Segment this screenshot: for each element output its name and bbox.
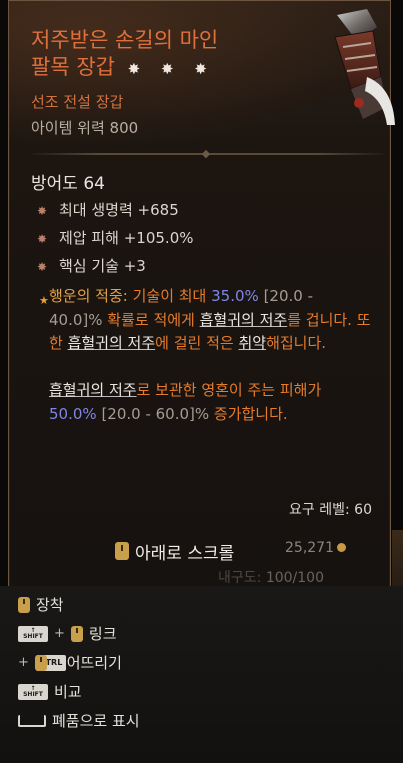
key-label: SHIFT [23,690,43,698]
gold-amount: 25,271 [285,540,334,556]
gold-coin-icon [337,543,346,552]
affix-text: 핵심 기술 +3 [59,257,146,275]
aspect-range: [20.0 - 60.0]% [101,404,210,423]
aspect-value: 50.0% [49,404,97,423]
level-requirement: 요구 레벨: 60 [289,502,372,518]
item-power: 아이템 위력 800 [31,119,139,137]
mouse-icon [18,596,30,613]
aspect-term: 흡혈귀의 저주 [199,310,288,329]
sell-value: 25,271 [285,540,346,556]
item-name-line2: 팔목 장갑 [31,55,115,79]
durability: 내구도: 100/100 [218,567,324,587]
aspect-text: 로 보관한 영혼이 주는 피해가 [136,381,322,399]
key-label: SHIFT [23,632,43,640]
divider-ornament-icon: ◆ [201,147,211,160]
scroll-down-button[interactable]: 아래로 스크롤 [115,536,290,566]
mouse-icon [115,542,129,560]
aspect-text: 에 걸린 적은 [155,334,239,352]
aspect-name: 행운의 적중: [49,287,133,305]
space-key-icon [18,714,46,727]
affix-text: 제압 피해 +105.0% [59,229,194,247]
aspect-text: 해집니다. [266,334,327,352]
mouse-icon [34,654,47,671]
control-link[interactable]: ↑ SHIFT + 링크 [18,623,117,644]
gauntlet-icon [334,9,395,125]
control-mark-junk[interactable]: 폐품으로 표시 [18,710,140,731]
affix-bullet-icon: ✸ [37,204,48,218]
item-type: 선조 전설 장갑 [31,93,124,111]
plus-icon: + [18,655,29,670]
mouse-icon [70,625,83,642]
control-drop[interactable]: CTRL + 떨어뜨리기 [18,652,122,673]
aspect-term: 흡혈귀의 저주 [49,381,137,399]
affix-line: ✸ 최대 생명력 +685 [37,199,179,220]
legendary-aspect: ★ 행운의 적중: 기술이 최대 35.0% [20.0 - 40.0]% 확률… [39,285,371,426]
durability-label: 내구도: [218,570,262,586]
control-label: 폐품으로 표시 [52,712,140,730]
affix-bullet-icon: ✸ [37,232,48,246]
affix-bullet-icon: ✸ [37,260,48,274]
aspect-term: 취약 [238,334,267,352]
affix-line: ✸ 제압 피해 +105.0% [37,227,194,248]
control-compare[interactable]: ↑ SHIFT 비교 [18,681,82,702]
aspect-text: 확률로 적에게 [102,310,200,329]
armor-stat: 방어도 64 [31,174,105,194]
scroll-hint-label: 아래로 스크롤 [135,543,235,564]
aspect-text: 기술이 최대 [132,287,212,305]
shift-key-icon: ↑ SHIFT [18,683,48,700]
control-label: 링크 [88,625,117,643]
affix-text: 최대 생명력 +685 [59,201,179,219]
durability-value: 100/100 [265,570,324,586]
item-name-line1: 저주받은 손길의 마인 [31,28,219,52]
affix-line: ✸ 핵심 기술 +3 [37,255,146,276]
control-label: 비교 [54,683,82,701]
shift-key-icon: ↑ SHIFT [18,625,48,642]
rarity-stars-icon: ✸ ✸ ✸ [127,60,215,78]
item-name: 저주받은 손길의 마인 팔목 장갑 ✸ ✸ ✸ [31,27,301,83]
controls-panel: 장착 ↑ SHIFT + 링크 CTRL + 떨어뜨리기 ↑ SHIFT 비교 폐품… [0,586,403,763]
aspect-value: 35.0% [211,287,259,305]
aspect-term: 흡혈귀의 저주 [67,334,156,352]
control-label: 장착 [36,596,64,614]
aspect-text: 증가합니다. [209,404,288,423]
aspect-star-icon: ★ [39,294,49,307]
plus-icon: + [54,626,65,641]
control-equip[interactable]: 장착 [18,594,64,615]
item-tooltip: 저주받은 손길의 마인 팔목 장갑 ✸ ✸ ✸ 선조 전설 장갑 아이템 위력 … [8,0,395,588]
